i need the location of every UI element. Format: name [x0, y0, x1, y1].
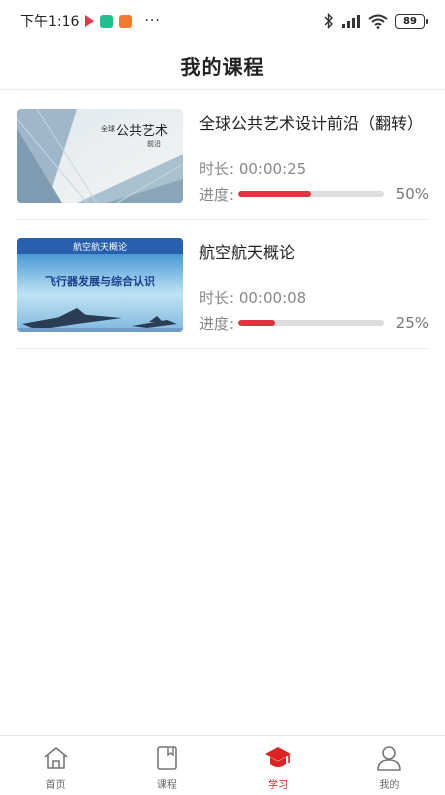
book-icon — [157, 746, 177, 770]
status-left: 下午1:16 ··· — [20, 11, 161, 31]
art-design-thumbnail-image: 全球 公共艺术 前沿 — [17, 109, 183, 203]
page-title: 我的课程 — [180, 55, 265, 79]
aerospace-thumbnail-image: 航空航天概论 飞行器发展与综合认识 — [17, 238, 183, 332]
tab-label: 学习 — [268, 780, 289, 791]
progress-bar — [238, 320, 385, 326]
signal-icon — [342, 15, 360, 28]
duration-value: 00:00:25 — [238, 160, 307, 178]
duration-label: 时长: — [199, 289, 235, 307]
progress-percent: 50% — [395, 185, 429, 203]
course-list: 全球 公共艺术 前沿 全球公共艺术设计前沿（翻转） 时长: 00:00:25 进… — [0, 91, 445, 349]
tab-profile[interactable]: 我的 — [334, 736, 445, 795]
progress-fill — [238, 320, 275, 326]
course-thumbnail: 航空航天概论 飞行器发展与综合认识 — [17, 238, 183, 332]
duration-value: 00:00:08 — [238, 289, 307, 307]
tab-study[interactable]: 学习 — [223, 736, 334, 795]
thumb-sub-text: 全球 — [101, 124, 115, 133]
battery-indicator: 89 — [395, 13, 428, 29]
tab-label: 课程 — [156, 780, 177, 791]
thumb-main-text: 公共艺术 — [116, 124, 168, 139]
play-store-icon — [85, 15, 95, 27]
thumb-tail-text: 前沿 — [147, 139, 161, 148]
battery-level: 89 — [403, 15, 417, 27]
user-icon — [377, 746, 402, 771]
course-duration: 时长: 00:00:08 — [199, 287, 306, 308]
thumb-sub-text: 航空航天概论 — [73, 241, 127, 253]
screen: 下午1:16 ··· 89 我的课程 全球 公共艺术 前沿 全球公共艺术设计前沿… — [0, 0, 445, 795]
course-duration: 时长: 00:00:25 — [199, 158, 306, 179]
status-bar: 下午1:16 ··· 89 — [0, 0, 445, 42]
status-right: 89 — [324, 0, 428, 42]
progress-label: 进度: — [199, 314, 235, 333]
graduation-cap-icon — [265, 747, 292, 767]
bluetooth-icon — [324, 13, 333, 29]
progress-label: 进度: — [199, 185, 235, 204]
progress-fill — [238, 191, 312, 197]
course-thumbnail: 全球 公共艺术 前沿 — [17, 109, 183, 203]
shield-app-icon — [100, 14, 114, 28]
course-item[interactable]: 全球 公共艺术 前沿 全球公共艺术设计前沿（翻转） 时长: 00:00:25 进… — [16, 91, 429, 220]
status-time: 下午1:16 — [20, 14, 80, 30]
course-title[interactable]: 全球公共艺术设计前沿（翻转） — [199, 110, 423, 134]
duration-label: 时长: — [199, 160, 235, 178]
bottom-tab-bar: 首页 课程 学习 我的 — [0, 735, 445, 795]
progress-percent: 25% — [395, 314, 429, 332]
more-notifications-icon: ··· — [144, 13, 161, 29]
thumb-main-text: 飞行器发展与综合认识 — [45, 274, 155, 288]
tab-label: 首页 — [45, 780, 66, 791]
orange-app-icon — [119, 14, 133, 28]
tab-courses[interactable]: 课程 — [111, 736, 222, 795]
home-icon — [44, 747, 68, 769]
course-progress: 进度: 50% — [199, 184, 429, 204]
course-item[interactable]: 航空航天概论 飞行器发展与综合认识 航空航天概论 时长: 00:00:08 进度… — [16, 220, 429, 349]
progress-bar — [238, 191, 385, 197]
course-title[interactable]: 航空航天概论 — [199, 239, 295, 263]
wifi-icon — [368, 14, 388, 29]
course-progress: 进度: 25% — [199, 313, 429, 333]
tab-home[interactable]: 首页 — [0, 736, 111, 795]
tab-label: 我的 — [379, 780, 400, 791]
page-header: 我的课程 — [0, 42, 445, 90]
